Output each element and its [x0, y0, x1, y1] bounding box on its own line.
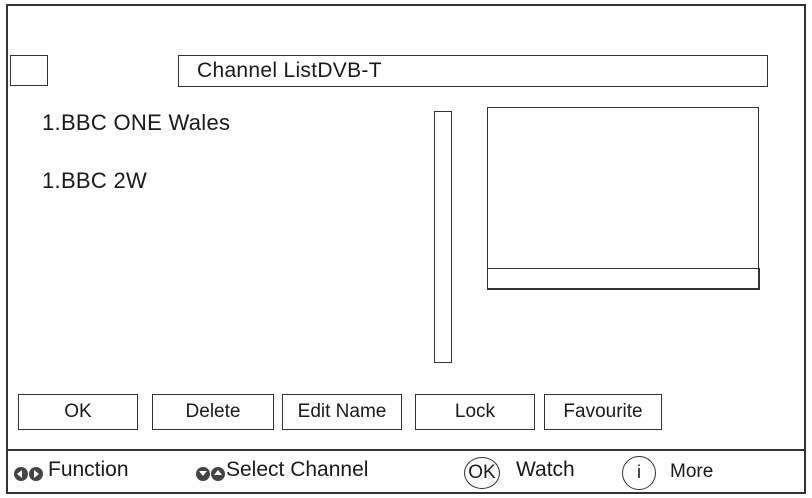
favourite-button[interactable]: Favourite	[544, 394, 662, 430]
footer-help-bar: Function Select Channel OK Watch i More	[8, 453, 804, 493]
function-hint: Function	[48, 458, 129, 481]
select-channel-hint: Select Channel	[226, 458, 369, 481]
info-key-icon: i	[622, 456, 656, 490]
left-right-arrows-icon	[14, 462, 44, 486]
edit-name-button[interactable]: Edit Name	[282, 394, 402, 430]
delete-button[interactable]: Delete	[152, 394, 274, 430]
channel-list-screen: Channel ListDVB-T 1.BBC ONE Wales 1.BBC …	[6, 4, 806, 494]
channel-item-2[interactable]: 1.BBC 2W	[42, 168, 147, 194]
ok-button[interactable]: OK	[18, 394, 138, 430]
more-hint: More	[670, 461, 714, 482]
lock-button[interactable]: Lock	[415, 394, 535, 430]
page-title: Channel ListDVB-T	[178, 55, 768, 87]
channel-item-1[interactable]: 1.BBC ONE Wales	[42, 110, 230, 136]
watch-hint: Watch	[516, 458, 575, 481]
up-down-arrows-icon	[196, 462, 226, 486]
menu-tab-stub[interactable]	[10, 55, 48, 86]
channel-list-scrollbar[interactable]	[434, 111, 452, 363]
preview-window	[486, 107, 760, 290]
preview-info-strip	[486, 267, 760, 290]
ok-key-icon: OK	[464, 457, 500, 489]
footer-divider	[8, 449, 804, 451]
